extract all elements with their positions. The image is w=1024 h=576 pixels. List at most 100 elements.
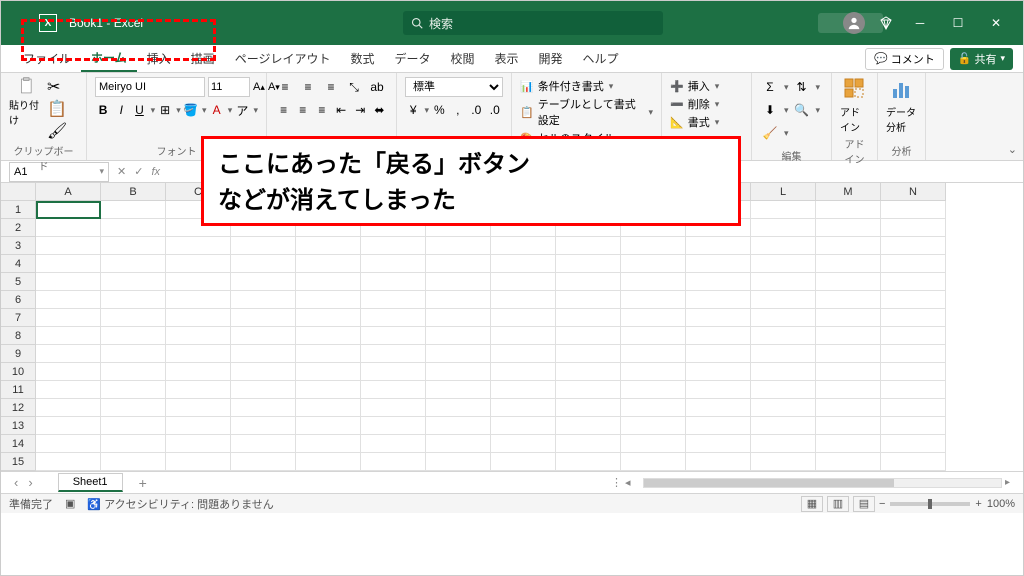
cell[interactable]	[166, 435, 231, 453]
cell[interactable]	[556, 273, 621, 291]
sort-filter-icon[interactable]: ⇅	[792, 77, 812, 97]
cell[interactable]	[751, 417, 816, 435]
cell[interactable]	[361, 345, 426, 363]
cell[interactable]	[101, 363, 166, 381]
cell[interactable]	[101, 435, 166, 453]
cell[interactable]	[686, 255, 751, 273]
cell[interactable]	[36, 219, 101, 237]
tab-draw[interactable]: 描画	[181, 46, 225, 71]
row-header[interactable]: 15	[1, 453, 35, 471]
cell[interactable]	[686, 309, 751, 327]
cell[interactable]	[361, 273, 426, 291]
cell[interactable]	[881, 201, 946, 219]
fx-icon[interactable]: fx	[151, 166, 160, 178]
cell[interactable]	[426, 417, 491, 435]
maximize-button[interactable]: ☐	[939, 8, 977, 38]
sheet-next-icon[interactable]: ›	[23, 475, 37, 490]
ribbon-collapse-icon[interactable]: ⌄	[1008, 143, 1017, 156]
tab-data[interactable]: データ	[384, 46, 440, 71]
align-right-icon[interactable]: ≡	[313, 100, 330, 120]
tab-pagelayout[interactable]: ページレイアウト	[225, 46, 341, 71]
cell[interactable]	[361, 291, 426, 309]
cell[interactable]	[426, 345, 491, 363]
comma-icon[interactable]: ,	[450, 100, 467, 120]
cell[interactable]	[686, 327, 751, 345]
align-top-icon[interactable]: ≡	[275, 77, 295, 97]
cell[interactable]	[556, 417, 621, 435]
border-icon[interactable]: ⊞	[157, 100, 173, 120]
cell[interactable]	[36, 255, 101, 273]
cell[interactable]	[686, 417, 751, 435]
cell[interactable]	[101, 417, 166, 435]
cell[interactable]	[751, 381, 816, 399]
cell[interactable]	[426, 273, 491, 291]
cell[interactable]	[816, 237, 881, 255]
cell[interactable]	[426, 291, 491, 309]
macro-icon[interactable]: ▣	[65, 497, 75, 510]
cell[interactable]	[881, 417, 946, 435]
cell[interactable]	[686, 435, 751, 453]
col-header[interactable]: A	[36, 183, 101, 200]
cell[interactable]	[751, 435, 816, 453]
font-color-icon[interactable]: A	[209, 100, 225, 120]
cell[interactable]	[556, 237, 621, 255]
cell[interactable]	[166, 363, 231, 381]
cell[interactable]	[686, 291, 751, 309]
cell[interactable]	[426, 309, 491, 327]
cell[interactable]	[556, 453, 621, 471]
cell[interactable]	[101, 345, 166, 363]
cell[interactable]	[101, 381, 166, 399]
wrap-text-icon[interactable]: ab	[367, 77, 387, 97]
format-cells-button[interactable]: 📐書式▾	[670, 113, 743, 131]
horizontal-scrollbar[interactable]: ▸	[643, 477, 1013, 489]
cell[interactable]	[101, 453, 166, 471]
user-avatar[interactable]	[843, 12, 865, 34]
tab-formulas[interactable]: 数式	[340, 46, 384, 71]
row-header[interactable]: 7	[1, 309, 35, 327]
cell[interactable]	[621, 237, 686, 255]
row-header[interactable]: 5	[1, 273, 35, 291]
number-format-select[interactable]: 標準	[405, 77, 503, 97]
page-break-view-icon[interactable]: ▤	[853, 496, 875, 512]
diamond-icon[interactable]	[875, 12, 897, 34]
tab-view[interactable]: 表示	[485, 46, 529, 71]
cell[interactable]	[101, 255, 166, 273]
cell[interactable]	[231, 255, 296, 273]
cells-area[interactable]	[36, 201, 1023, 471]
cell[interactable]	[751, 219, 816, 237]
cell[interactable]	[101, 219, 166, 237]
conditional-format-button[interactable]: 📊条件付き書式▾	[520, 77, 653, 95]
cell[interactable]	[816, 363, 881, 381]
col-header[interactable]: B	[101, 183, 166, 200]
cell[interactable]	[166, 345, 231, 363]
cell[interactable]	[296, 309, 361, 327]
row-header[interactable]: 14	[1, 435, 35, 453]
cell[interactable]	[296, 453, 361, 471]
row-header[interactable]: 2	[1, 219, 35, 237]
cell[interactable]	[491, 453, 556, 471]
cell[interactable]	[621, 291, 686, 309]
cell[interactable]	[686, 399, 751, 417]
zoom-in-icon[interactable]: +	[975, 498, 981, 510]
cell[interactable]	[166, 417, 231, 435]
cell[interactable]	[231, 237, 296, 255]
cell[interactable]	[881, 435, 946, 453]
align-center-icon[interactable]: ≡	[294, 100, 311, 120]
find-icon[interactable]: 🔍	[792, 100, 812, 120]
italic-button[interactable]: I	[113, 100, 129, 120]
cell[interactable]	[751, 345, 816, 363]
cell[interactable]	[816, 201, 881, 219]
cell[interactable]	[621, 255, 686, 273]
cell[interactable]	[491, 435, 556, 453]
col-header[interactable]: M	[816, 183, 881, 200]
insert-cells-button[interactable]: ➕挿入▾	[670, 77, 743, 95]
cell[interactable]	[621, 399, 686, 417]
orientation-icon[interactable]: ⤡	[344, 77, 364, 97]
row-header[interactable]: 13	[1, 417, 35, 435]
cell[interactable]	[621, 435, 686, 453]
cell[interactable]	[166, 237, 231, 255]
percent-icon[interactable]: %	[431, 100, 448, 120]
cell[interactable]	[621, 363, 686, 381]
cell[interactable]	[556, 255, 621, 273]
cell[interactable]	[101, 399, 166, 417]
